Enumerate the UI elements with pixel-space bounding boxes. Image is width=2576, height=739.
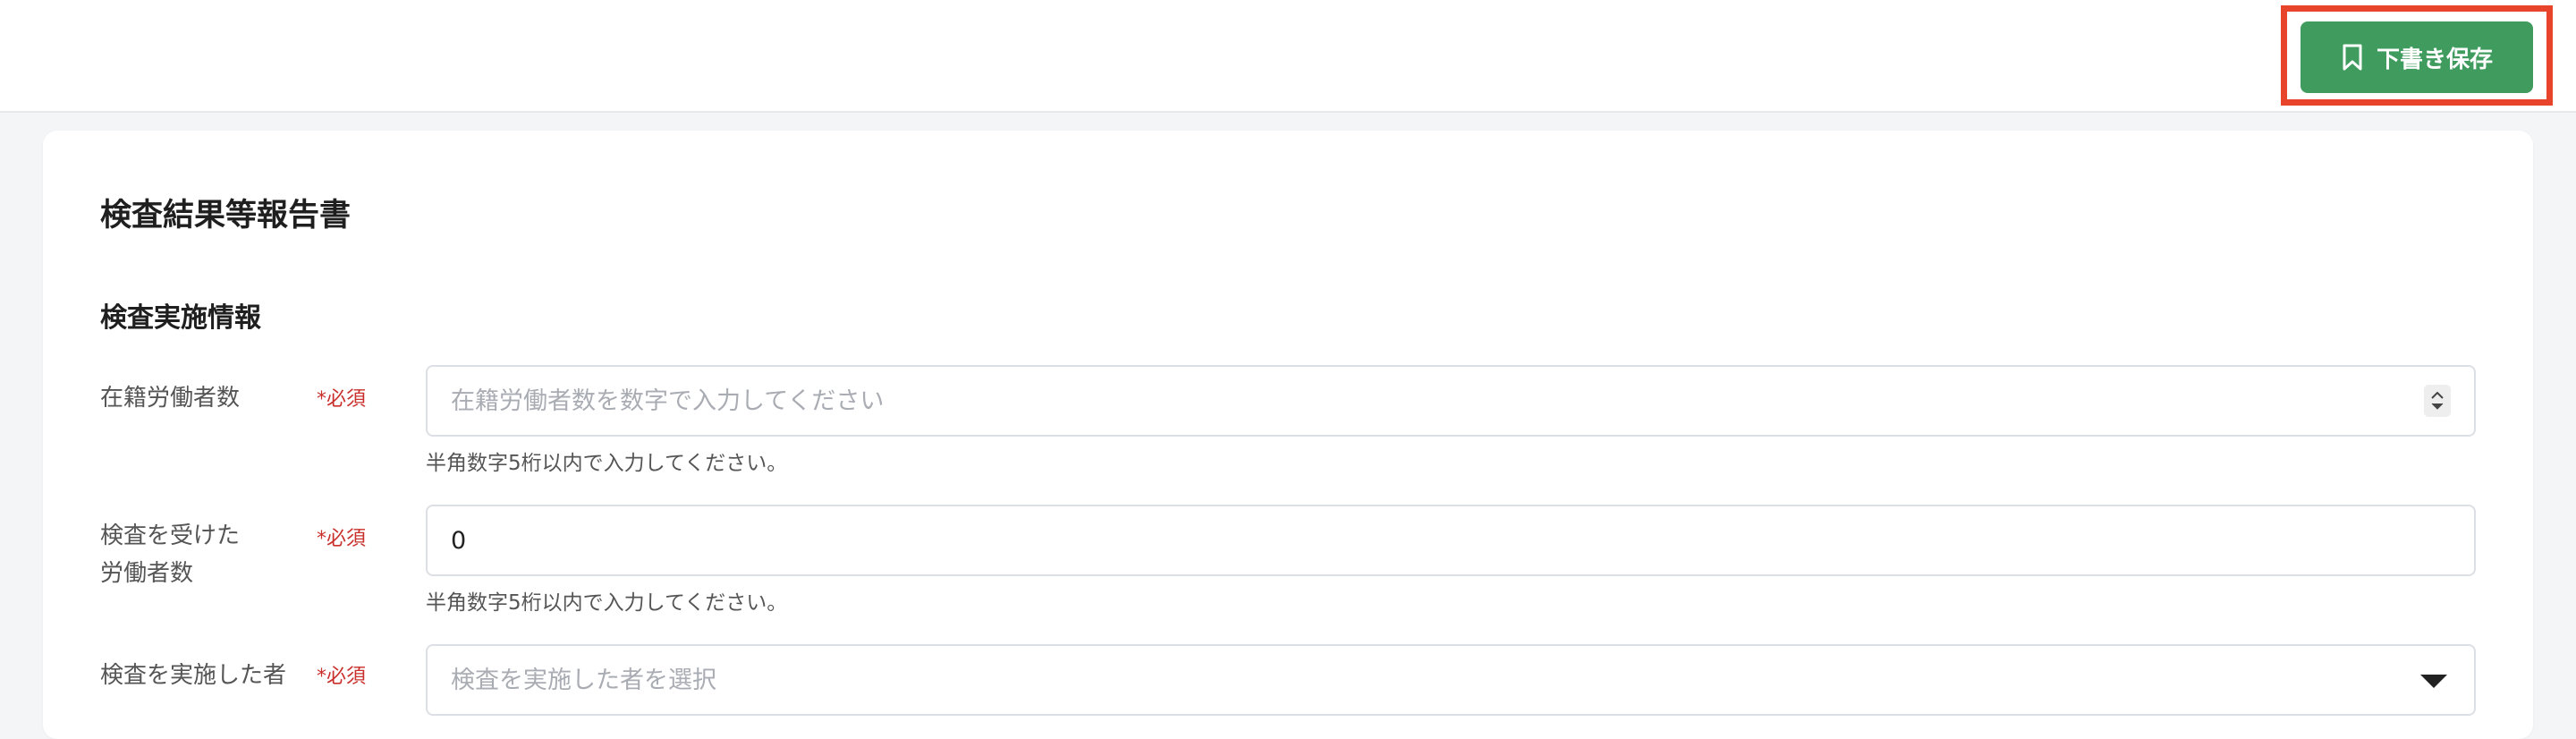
field-label-tested-workers: 検査を受けた 労働者数 (100, 517, 240, 592)
examiner-select[interactable] (426, 644, 2476, 716)
tested-workers-input[interactable] (426, 505, 2476, 576)
top-bar: 下書き保存 (0, 0, 2576, 113)
stepper-icon[interactable] (2424, 385, 2451, 417)
report-form-card: 検査結果等報告書 検査実施情報 在籍労働者数 *必須 半角数字5桁以内で入力して… (43, 131, 2533, 739)
caret-down-icon[interactable] (2420, 675, 2447, 688)
field-label-line: 検査を受けた (100, 522, 241, 549)
save-draft-label: 下書き保存 (2376, 46, 2493, 73)
help-text: 半角数字5桁以内で入力してください。 (426, 591, 788, 615)
enrolled-workers-input[interactable] (426, 365, 2476, 437)
required-badge: *必須 (317, 528, 367, 550)
required-badge: *必須 (317, 388, 367, 411)
field-label-line: 労働者数 (100, 560, 194, 587)
page-title: 検査結果等報告書 (100, 198, 352, 234)
required-badge: *必須 (317, 666, 367, 688)
section-title: 検査実施情報 (100, 302, 261, 334)
save-draft-button[interactable]: 下書き保存 (2301, 21, 2533, 93)
help-text: 半角数字5桁以内で入力してください。 (426, 452, 788, 475)
field-label-enrolled-workers: 在籍労働者数 (100, 385, 241, 412)
bookmark-icon (2341, 43, 2364, 72)
